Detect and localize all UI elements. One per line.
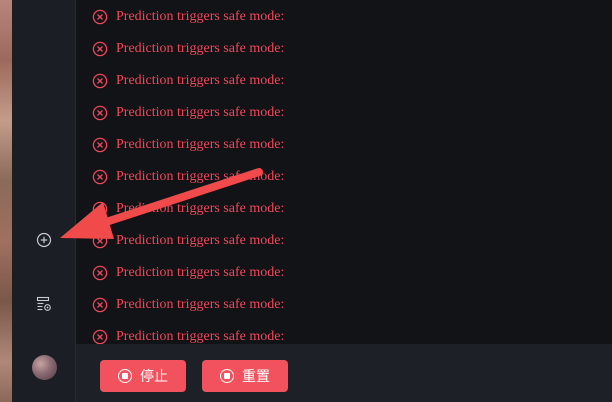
reset-button[interactable]: 重置 <box>202 360 288 392</box>
control-bar: 停止 重置 <box>76 344 612 402</box>
log-line: Prediction triggers safe mode: <box>92 167 284 187</box>
settings-list-icon <box>36 296 51 311</box>
settings-list-button[interactable] <box>12 288 76 320</box>
add-button[interactable] <box>12 224 76 256</box>
log-text: Prediction triggers safe mode: <box>116 105 285 120</box>
log-line: Prediction triggers safe mode: <box>92 135 284 155</box>
log-line: Prediction triggers safe mode: <box>92 295 284 315</box>
log-line: Prediction triggers safe mode: <box>92 199 284 219</box>
error-circle-icon <box>92 137 108 153</box>
error-circle-icon <box>92 169 108 185</box>
error-circle-icon <box>92 41 108 57</box>
log-text: Prediction triggers safe mode: <box>116 41 285 56</box>
stop-button-label: 停止 <box>140 369 168 385</box>
log-panel: Prediction triggers safe mode: Predictio… <box>76 0 612 344</box>
log-line: Prediction triggers safe mode: <box>92 263 284 283</box>
log-text: Prediction triggers safe mode: <box>116 169 285 184</box>
reset-button-label: 重置 <box>242 369 270 385</box>
log-text: Prediction triggers safe mode: <box>116 265 285 280</box>
stop-button[interactable]: 停止 <box>100 360 186 392</box>
log-text: Prediction triggers safe mode: <box>116 9 285 24</box>
log-text: Prediction triggers safe mode: <box>116 329 285 344</box>
error-circle-icon <box>92 73 108 89</box>
reset-icon <box>220 369 234 383</box>
log-text: Prediction triggers safe mode: <box>116 137 285 152</box>
log-line: Prediction triggers safe mode: <box>92 103 284 123</box>
log-line: Prediction triggers safe mode: <box>92 231 284 251</box>
error-circle-icon <box>92 233 108 249</box>
log-text: Prediction triggers safe mode: <box>116 233 285 248</box>
error-circle-icon <box>92 105 108 121</box>
log-text: Prediction triggers safe mode: <box>116 201 285 216</box>
error-circle-icon <box>92 297 108 313</box>
log-line: Prediction triggers safe mode: <box>92 327 284 344</box>
sidebar <box>12 0 76 402</box>
log-line: Prediction triggers safe mode: <box>92 39 284 59</box>
error-circle-icon <box>92 329 108 344</box>
log-line: Prediction triggers safe mode: <box>92 7 284 27</box>
error-circle-icon <box>92 9 108 25</box>
error-circle-icon <box>92 201 108 217</box>
background-photo-strip <box>0 0 12 402</box>
log-line: Prediction triggers safe mode: <box>92 71 284 91</box>
error-circle-icon <box>92 265 108 281</box>
avatar[interactable] <box>32 355 57 380</box>
stop-icon <box>118 369 132 383</box>
log-text: Prediction triggers safe mode: <box>116 73 285 88</box>
log-text: Prediction triggers safe mode: <box>116 297 285 312</box>
add-circle-icon <box>36 232 52 248</box>
